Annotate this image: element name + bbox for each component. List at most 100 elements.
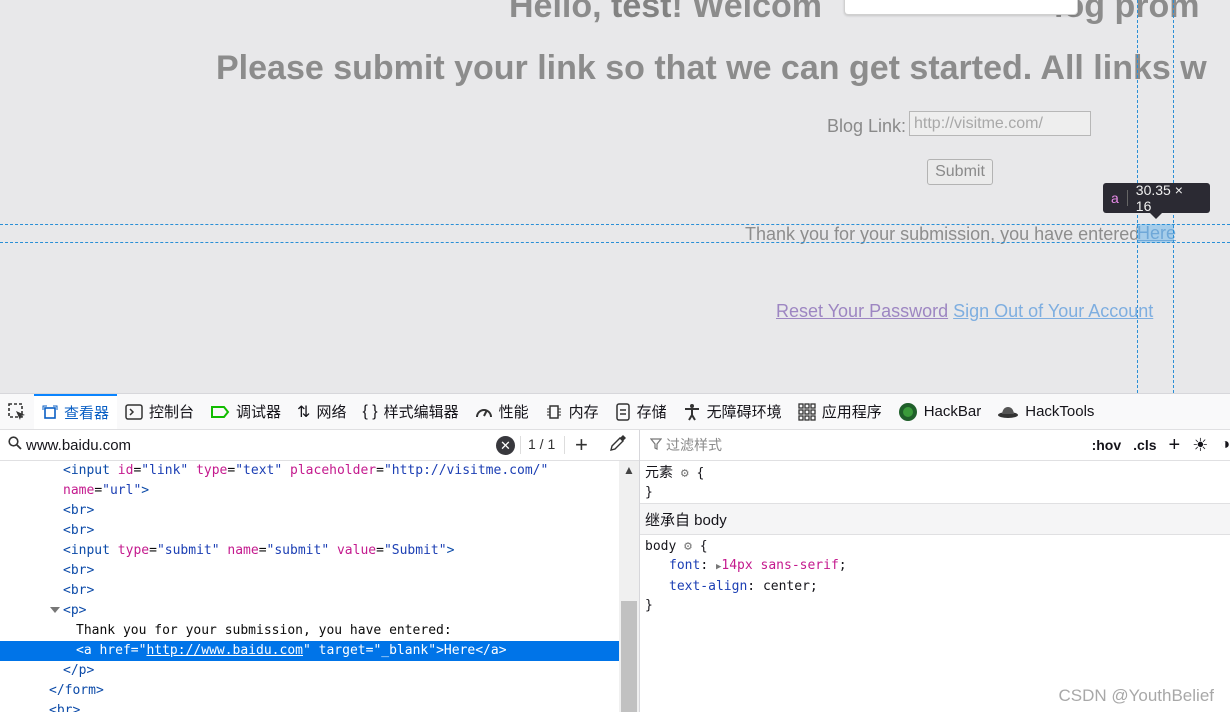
hacktools-icon [997, 405, 1019, 419]
reset-password-link[interactable]: Reset Your Password [776, 301, 948, 321]
scroll-thumb[interactable] [621, 601, 637, 712]
font-value[interactable]: 14px sans-serif [721, 558, 838, 573]
blog-link-label: Blog Link: [827, 116, 907, 136]
markup-line[interactable]: </p> [0, 661, 619, 681]
rules-pane: 过滤样式 :hov .cls + ☀ ◑ 元素 ⚙ { } 继承自 body b… [640, 430, 1230, 712]
markup-line[interactable]: <input type="submit" name="submit" value… [0, 541, 619, 561]
tab-style-editor[interactable]: { } 样式编辑器 [354, 394, 466, 429]
tab-accessibility[interactable]: 无障碍环境 [675, 394, 790, 429]
console-icon [125, 403, 143, 420]
tab-label: 控制台 [149, 404, 195, 421]
tab-label: 调试器 [236, 404, 282, 421]
expand-triangle-icon[interactable] [50, 607, 60, 613]
tab-label: HackBar [923, 403, 982, 420]
tab-performance[interactable]: 性能 [467, 394, 537, 429]
tab-label: 网络 [316, 404, 347, 421]
search-input[interactable]: www.baidu.com [26, 437, 131, 454]
tab-label: 应用程序 [821, 404, 882, 421]
performance-icon [475, 404, 493, 420]
markup-search-bar[interactable]: www.baidu.com ✕ 1 / 1 + [0, 430, 639, 461]
add-node-icon[interactable]: + [575, 432, 588, 458]
debugger-icon [210, 405, 230, 419]
tooltip-separator [1126, 190, 1128, 206]
tab-inspector[interactable]: 查看器 [34, 394, 118, 429]
tab-memory[interactable]: 内存 [537, 394, 607, 429]
tab-debugger[interactable]: 调试器 [202, 394, 289, 429]
tab-storage[interactable]: 存储 [607, 394, 675, 429]
element-label: 元素 [645, 464, 673, 480]
scroll-up-icon[interactable]: ▲ [623, 463, 635, 477]
tab-label: 内存 [568, 404, 599, 421]
filter-styles-input[interactable]: 过滤样式 [666, 435, 722, 455]
devtools-toolbar: 查看器 控制台 调试器 ⇅ 网络 { } 样式编辑器 性能 内存 存储 无障碍环境 … [0, 394, 1230, 430]
search-result-count: 1 / 1 [528, 436, 556, 452]
text-align-value[interactable]: center [763, 579, 810, 594]
font-property[interactable]: font [669, 558, 700, 573]
markup-line[interactable]: </form> [0, 681, 619, 701]
tab-label: HackTools [1025, 403, 1095, 420]
devtools-panel: 查看器 控制台 调试器 ⇅ 网络 { } 样式编辑器 性能 内存 存储 无障碍环境 … [0, 393, 1230, 712]
inherited-header: 继承自 body [640, 504, 1230, 535]
eyedropper-icon[interactable] [609, 434, 627, 457]
search-divider [520, 436, 521, 454]
tab-network[interactable]: ⇅ 网络 [289, 394, 354, 429]
network-icon: ⇅ [297, 403, 311, 421]
tab-label: 性能 [498, 404, 529, 421]
dark-mode-icon[interactable]: ◑ [1220, 436, 1230, 454]
markup-line[interactable]: <br> [0, 701, 619, 712]
element-size-tooltip: a 30.35 × 16 [1103, 182, 1210, 214]
rule-selector[interactable]: body [645, 539, 676, 554]
accessibility-icon [683, 403, 701, 421]
markup-line[interactable]: <br> [0, 561, 619, 581]
markup-line[interactable]: <input id="link" type="text" placeholder… [0, 461, 619, 481]
light-mode-icon[interactable]: ☀ [1192, 435, 1208, 456]
blog-link-input[interactable] [909, 111, 1091, 136]
highlight-guide-top [0, 224, 1230, 225]
markup-line[interactable]: <p> [0, 601, 619, 621]
markup-line[interactable]: <br> [0, 521, 619, 541]
tab-hackbar[interactable]: HackBar [890, 394, 990, 429]
highlight-guide-bottom [0, 242, 1230, 243]
element-rule: 元素 ⚙ { } [640, 461, 1230, 504]
search-divider [564, 436, 565, 454]
tab-label: 无障碍环境 [706, 404, 782, 421]
class-toggle[interactable]: .cls [1133, 437, 1156, 453]
memory-icon [545, 403, 563, 421]
rules-toolbar: :hov .cls + ☀ ◑ [1092, 430, 1230, 460]
application-icon [798, 402, 816, 421]
heading-username: test [611, 0, 672, 25]
heading-rest: ! Welcom [671, 0, 823, 25]
hover-state-toggle[interactable]: :hov [1092, 437, 1122, 453]
gear-icon[interactable]: ⚙ [684, 539, 692, 554]
here-link[interactable]: Here [1137, 224, 1176, 243]
rules-filter-bar: 过滤样式 :hov .cls + ☀ ◑ [640, 430, 1230, 461]
tab-label: 存储 [636, 404, 667, 421]
markup-line-selected[interactable]: <a href="http://www.baidu.com" target="_… [0, 641, 619, 661]
sign-out-link[interactable]: Sign Out of Your Account [953, 301, 1153, 321]
search-icon [8, 436, 22, 454]
text-align-property[interactable]: text-align [669, 579, 747, 594]
add-rule-icon[interactable]: + [1169, 434, 1181, 457]
account-links: Reset Your Password Sign Out of Your Acc… [776, 301, 1153, 322]
markup-text-node[interactable]: Thank you for your submission, you have … [0, 621, 619, 641]
tab-label: 查看器 [64, 405, 110, 422]
tooltip-size: 30.35 × 16 [1135, 182, 1183, 214]
markup-scrollbar[interactable]: ▲ [619, 461, 639, 712]
inspector-icon [42, 405, 58, 421]
submit-button[interactable]: Submit [927, 159, 993, 185]
filter-icon [649, 437, 663, 453]
style-editor-icon: { } [362, 402, 378, 420]
markup-line[interactable]: name="url"> [0, 481, 619, 501]
submit-instructions-heading: Please submit your link so that we can g… [216, 49, 1207, 87]
tab-hacktools[interactable]: HackTools [989, 394, 1102, 429]
webpage-viewport: Hello, test! Welcom log prom Please submi… [0, 0, 1230, 393]
element-picker-icon[interactable] [0, 394, 34, 429]
hackbar-icon [898, 402, 918, 422]
clear-search-icon[interactable]: ✕ [496, 436, 515, 455]
tab-application[interactable]: 应用程序 [790, 394, 890, 429]
markup-line[interactable]: <br> [0, 581, 619, 601]
markup-line[interactable]: <br> [0, 501, 619, 521]
tab-console[interactable]: 控制台 [117, 394, 202, 429]
gear-icon[interactable]: ⚙ [681, 466, 689, 481]
heading-prefix: Hello, [509, 0, 612, 25]
